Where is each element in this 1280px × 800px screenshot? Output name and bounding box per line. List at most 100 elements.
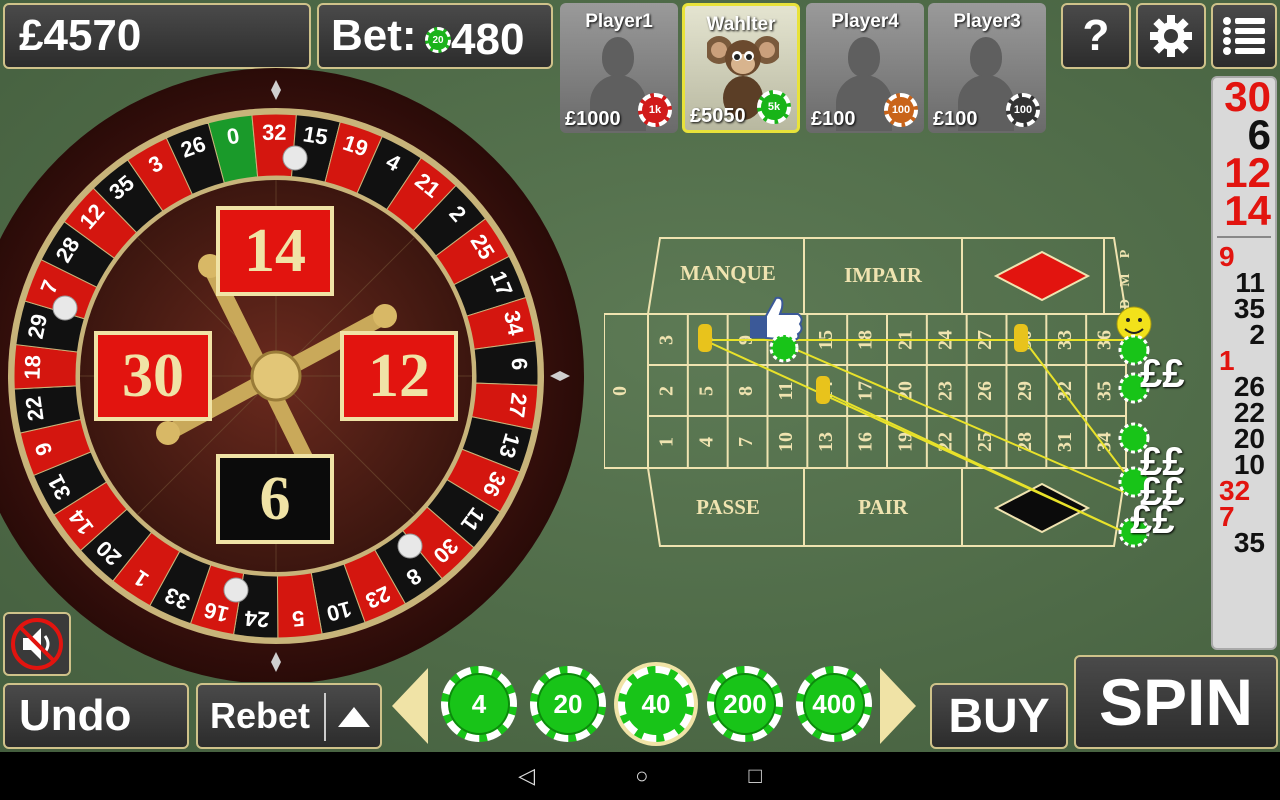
chip-400[interactable]: 400 (796, 666, 872, 742)
thumbs-up-icon (750, 296, 803, 342)
undo-button[interactable]: Undo (3, 683, 189, 749)
undo-label: Undo (19, 691, 132, 740)
player-name: Player1 (585, 11, 653, 32)
player-chip-icon: 1k (638, 93, 672, 127)
chip-label: 4 (471, 688, 487, 719)
player-name: Wahlter (706, 14, 776, 35)
wheel-pocket-number: 15 (301, 121, 329, 150)
balance-display: £4570 (3, 3, 311, 69)
result-value: 6 (259, 464, 291, 533)
wheel-result-12: 12 (340, 331, 458, 421)
table-number-5[interactable]: 5 (695, 386, 717, 396)
chip-label: 400 (812, 688, 856, 719)
results-history: 30 6 12 14 9 11 35 2 1 26 22 20 10 32 7 35 (1211, 76, 1277, 650)
impair-label[interactable]: IMPAIR (844, 263, 923, 287)
wheel-pocket-number: 27 (504, 392, 532, 419)
gear-icon (1150, 15, 1192, 57)
wheel-pocket-number: 32 (262, 120, 287, 145)
spin-label: SPIN (1098, 665, 1254, 739)
chip-label: 20 (553, 688, 583, 719)
speaker-muted-icon (11, 618, 63, 670)
player-money: £5050 (690, 105, 746, 127)
table-number-13[interactable]: 13 (815, 432, 837, 452)
player-money: £100 (933, 108, 978, 130)
wheel-pocket-number: 22 (20, 395, 48, 423)
side-letter-p: P (1118, 249, 1133, 258)
spin-button[interactable]: SPIN (1074, 655, 1278, 749)
player-chip-icon: 100 (884, 93, 918, 127)
menu-icon (1223, 17, 1265, 55)
buy-button[interactable]: BUY (930, 683, 1068, 749)
wheel-pocket-number: 24 (243, 605, 270, 632)
help-button[interactable]: ? (1061, 3, 1131, 69)
table-number-35[interactable]: 35 (1094, 381, 1116, 401)
pound-sign: ££ (1130, 498, 1175, 542)
history-older-item: 35 (1233, 527, 1265, 558)
divider (324, 693, 326, 741)
mute-button[interactable] (3, 612, 71, 676)
bet-label: Bet: (331, 11, 417, 60)
chip-40[interactable]: 40 (618, 666, 694, 742)
player-chip-icon: 5k (757, 90, 791, 124)
menu-button[interactable] (1211, 3, 1277, 69)
chip-label: 40 (641, 688, 671, 719)
table-number-7[interactable]: 7 (735, 437, 757, 447)
chip-4[interactable]: 4 (441, 666, 517, 742)
bet-chip-icon: 20 (425, 27, 451, 53)
table-number-23[interactable]: 23 (934, 381, 956, 401)
roulette-wheel: 0 32 15 19421225173462713361130823105241633… (0, 68, 584, 682)
table-number-10[interactable]: 10 (775, 432, 797, 452)
back-icon[interactable]: ◁ (518, 763, 535, 789)
player-card-wahlter[interactable]: Wahlter £5050 5k (682, 3, 800, 133)
result-value: 14 (244, 216, 306, 285)
passe-label[interactable]: PASSE (696, 495, 760, 519)
history-older-item: 35 (1233, 293, 1265, 324)
table-number-4[interactable]: 4 (695, 437, 717, 447)
chip-20[interactable]: 20 (530, 666, 606, 742)
table-number-2[interactable]: 2 (656, 386, 678, 396)
rebet-button[interactable]: Rebet (196, 683, 382, 749)
chips-scroll-left-button[interactable] (392, 668, 428, 744)
table-number-1[interactable]: 1 (656, 437, 678, 447)
wheel-pocket-number: 5 (291, 606, 305, 632)
result-value: 12 (368, 341, 430, 410)
table-number-26[interactable]: 26 (974, 381, 996, 401)
settings-button[interactable] (1136, 3, 1206, 69)
table-number-29[interactable]: 29 (1014, 381, 1036, 401)
result-value: 30 (122, 341, 184, 410)
rebet-label: Rebet (210, 695, 311, 736)
player-card-player3[interactable]: Player3 £100 100 (928, 3, 1046, 133)
player-card-player4[interactable]: Player4 £100 100 (806, 3, 924, 133)
player-money: £100 (811, 108, 856, 130)
pound-sign: ££ (1140, 352, 1185, 396)
wheel-result-14: 14 (216, 206, 334, 296)
table-number-16[interactable]: 16 (855, 432, 877, 452)
buy-label: BUY (948, 689, 1050, 743)
player-chip-icon: 100 (1006, 93, 1040, 127)
manque-label[interactable]: MANQUE (680, 261, 776, 285)
bet-value: 480 (451, 15, 525, 64)
caret-up-icon[interactable] (338, 707, 370, 727)
wheel-pocket-number: 18 (20, 355, 46, 380)
betting-table[interactable]: 3216549871211101514131817162120192423222… (604, 232, 1174, 554)
history-recent-item: 14 (1224, 187, 1271, 234)
red-diamond[interactable] (993, 250, 1091, 302)
side-letter-m: M (1118, 273, 1133, 286)
wheel-result-30: 30 (94, 331, 212, 421)
chips-scroll-right-button[interactable] (880, 668, 916, 744)
balance-value: £4570 (19, 11, 142, 60)
table-number-11[interactable]: 11 (775, 382, 797, 401)
zero-label[interactable]: 0 (609, 386, 631, 396)
chip-200[interactable]: 200 (707, 666, 783, 742)
player-name: Player3 (953, 11, 1021, 32)
home-icon[interactable]: ○ (635, 763, 648, 789)
table-number-8[interactable]: 8 (735, 386, 757, 396)
chip-label: 200 (723, 688, 767, 719)
table-number-31[interactable]: 31 (1054, 432, 1076, 452)
help-icon: ? (1082, 11, 1110, 60)
table-number-3[interactable]: 3 (656, 335, 678, 345)
wheel-result-6: 6 (216, 454, 334, 544)
recent-apps-icon[interactable]: □ (748, 763, 761, 789)
pair-label[interactable]: PAIR (858, 495, 909, 519)
system-navbar: ◁ ○ □ (0, 752, 1280, 800)
